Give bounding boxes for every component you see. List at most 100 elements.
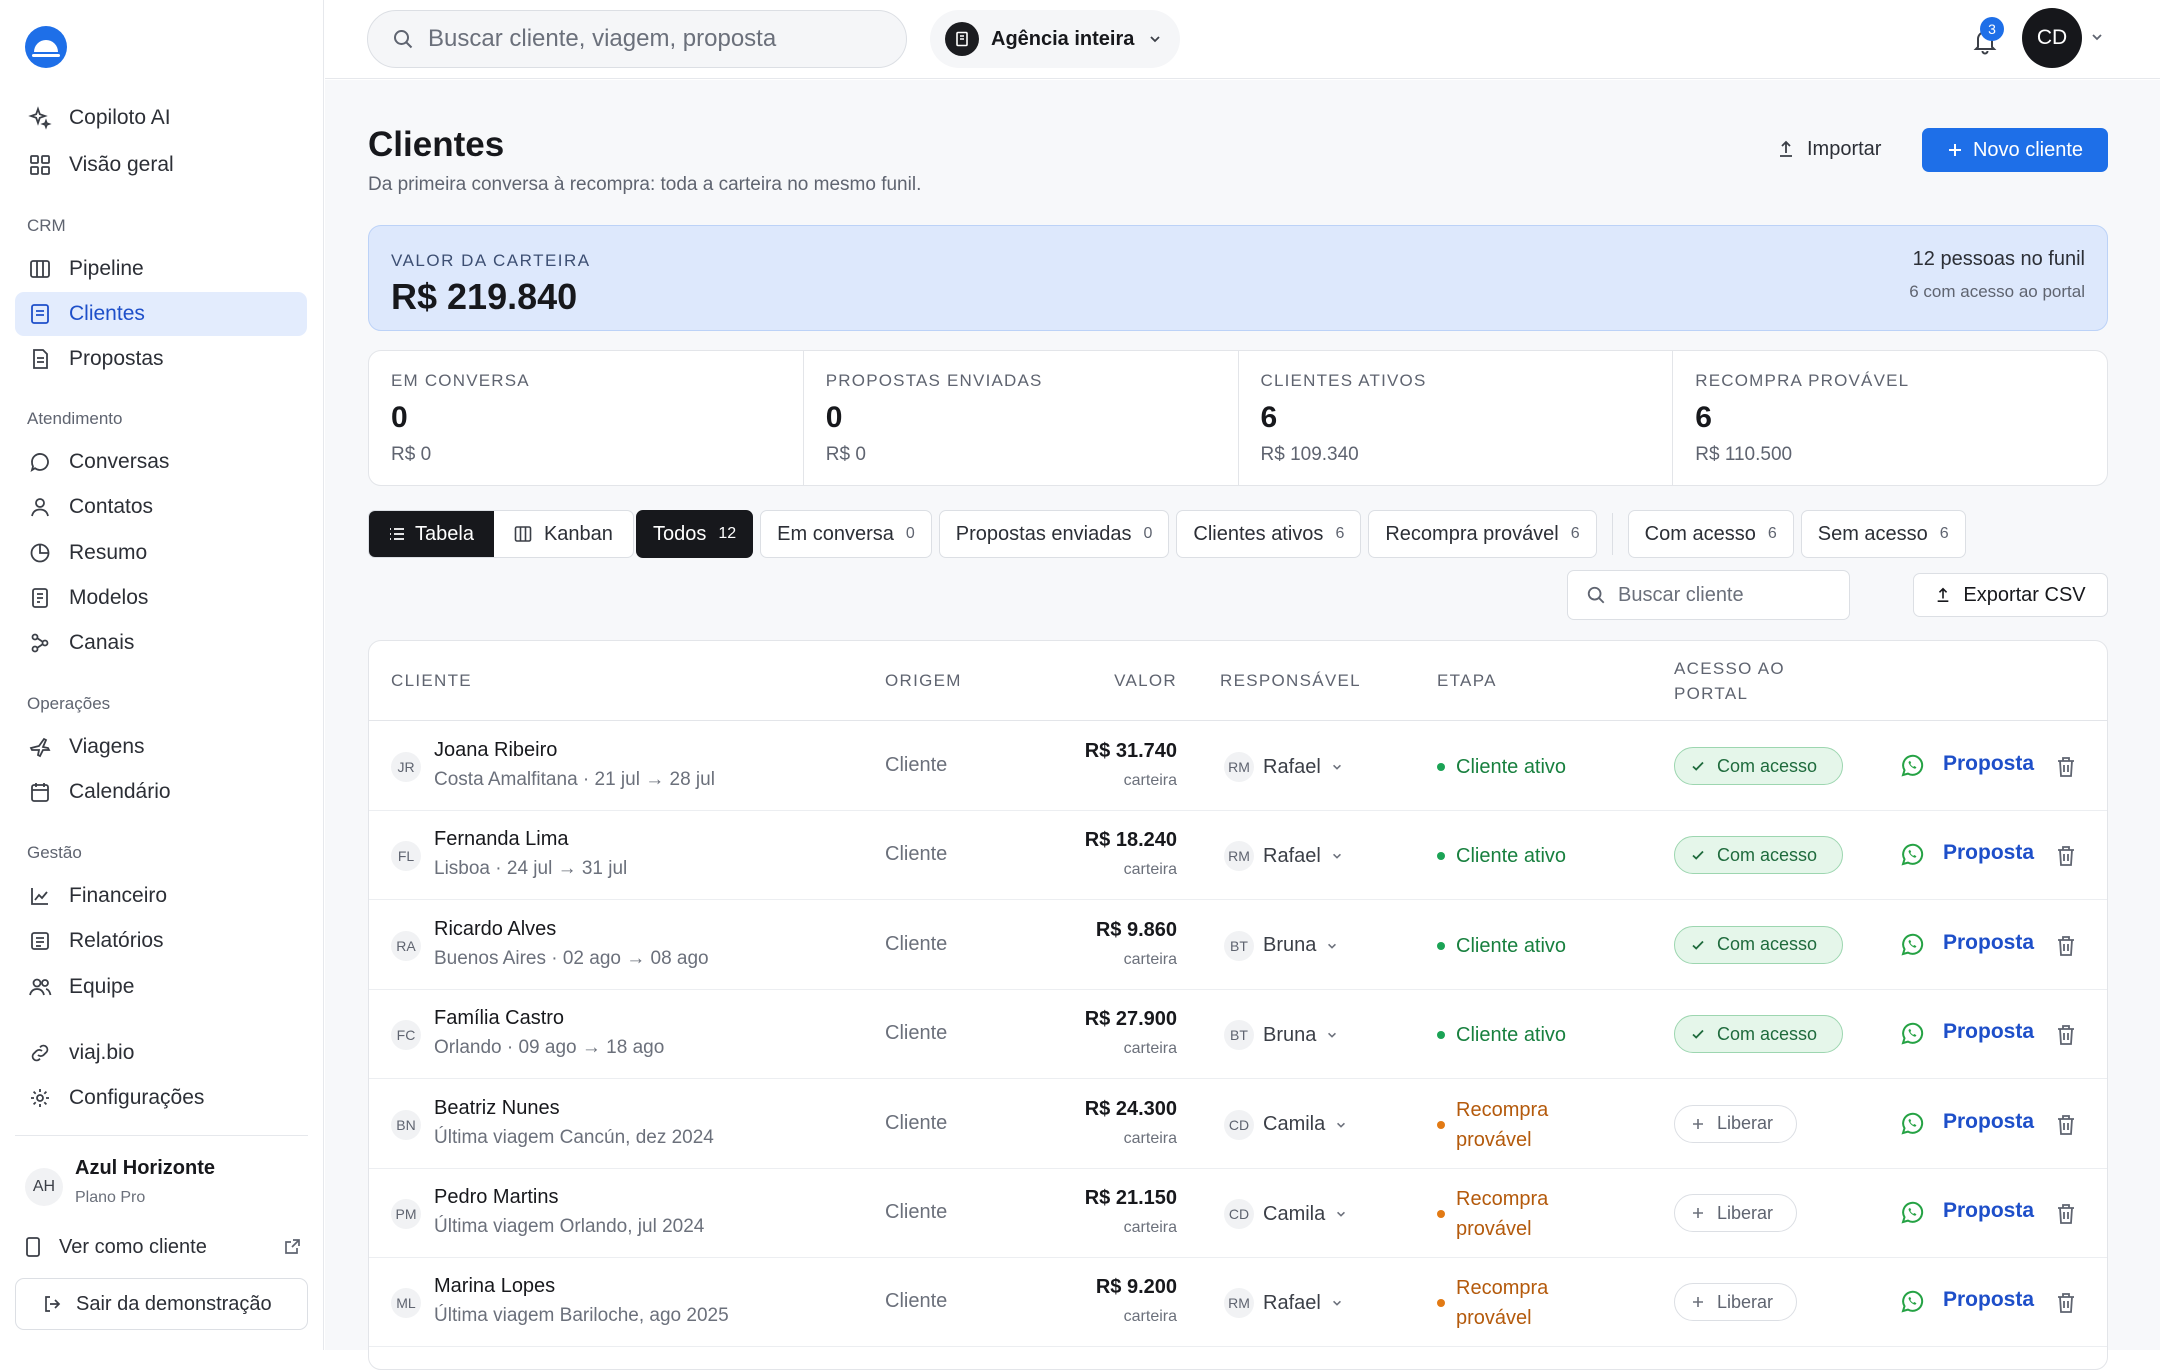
trash-icon[interactable]: [2055, 844, 2077, 868]
proposal-link[interactable]: Proposta: [1943, 1288, 2034, 1312]
table-row[interactable]: BN Beatriz Nunes Última viagem Cancún, d…: [369, 1080, 2107, 1169]
client-name[interactable]: Fernanda Lima: [434, 828, 569, 851]
whatsapp-icon[interactable]: [1899, 842, 1925, 868]
sidebar-item-clientes[interactable]: Clientes: [15, 292, 307, 336]
proposal-link[interactable]: Proposta: [1943, 1110, 2034, 1134]
client-name[interactable]: Ricardo Alves: [434, 918, 556, 941]
client-name[interactable]: Joana Ribeiro: [434, 739, 557, 762]
new-client-label: Novo cliente: [1972, 138, 2084, 161]
client-name[interactable]: Beatriz Nunes: [434, 1097, 560, 1120]
owner-selector[interactable]: BT Bruna: [1224, 930, 1338, 961]
table-row[interactable]: FL Fernanda Lima Lisboa · 24 jul → 31 ju…: [369, 811, 2107, 901]
proposal-link[interactable]: Proposta: [1943, 1199, 2034, 1223]
user-avatar[interactable]: CD: [2022, 8, 2082, 68]
client-name[interactable]: Marina Lopes: [434, 1275, 555, 1298]
col-header-portal[interactable]: ACESSO AO PORTAL: [1674, 656, 1785, 706]
col-header-owner[interactable]: RESPONSÁVEL: [1220, 668, 1361, 693]
trash-icon[interactable]: [2055, 1291, 2077, 1315]
sidebar-item-equipe[interactable]: Equipe: [15, 965, 307, 1009]
owner-selector[interactable]: CD Camila: [1224, 1109, 1347, 1140]
sidebar-item-conversas[interactable]: Conversas: [15, 440, 307, 484]
table-row[interactable]: PM Pedro Martins Última viagem Orlando, …: [369, 1169, 2107, 1258]
table-row[interactable]: FC Família Castro Orlando · 09 ago → 18 …: [369, 990, 2107, 1080]
sidebar-item-viagens[interactable]: Viagens: [15, 725, 307, 769]
table-row[interactable]: RA Ricardo Alves Buenos Aires · 02 ago →…: [369, 901, 2107, 990]
portal-access-badge[interactable]: Com acesso: [1674, 1015, 1843, 1054]
filter-chip-recompra-provavel[interactable]: Recompra provável 6: [1368, 510, 1597, 558]
section-title-atendimento: Atendimento: [27, 409, 123, 428]
col-header-origin[interactable]: ORIGEM: [885, 668, 962, 693]
agency-scope-selector[interactable]: Agência inteira: [930, 10, 1180, 68]
table-row[interactable]: JR Joana Ribeiro Costa Amalfitana · 21 j…: [369, 722, 2107, 811]
whatsapp-icon[interactable]: [1899, 1021, 1925, 1047]
export-csv-button[interactable]: Exportar CSV: [1913, 573, 2108, 617]
sidebar-item-relatorios[interactable]: Relatórios: [15, 919, 307, 963]
sidebar-item-visao-geral[interactable]: Visão geral: [15, 143, 307, 187]
portal-access-badge[interactable]: Com acesso: [1674, 747, 1843, 785]
import-button[interactable]: Importar: [1777, 131, 1881, 167]
whatsapp-icon[interactable]: [1899, 1111, 1925, 1137]
proposal-link[interactable]: Proposta: [1943, 931, 2034, 955]
stage-text-line: Cliente ativo: [1456, 1024, 1567, 1047]
sidebar-item-copiloto[interactable]: Copiloto AI: [15, 96, 307, 140]
exit-demo-button[interactable]: Sair da demonstração: [15, 1278, 308, 1330]
col-header-client[interactable]: CLIENTE: [391, 668, 472, 693]
owner-selector[interactable]: RM Rafael: [1224, 752, 1343, 782]
whatsapp-icon[interactable]: [1899, 932, 1925, 958]
filter-chip-sem-acesso[interactable]: Sem acesso 6: [1800, 510, 1966, 558]
filter-chip-clientes-ativos[interactable]: Clientes ativos 6: [1176, 510, 1362, 558]
owner-selector[interactable]: BT Bruna: [1224, 1020, 1338, 1051]
global-search-input[interactable]: [428, 25, 878, 53]
proposal-link[interactable]: Proposta: [1943, 841, 2034, 865]
sidebar-item-canais[interactable]: Canais: [15, 621, 307, 665]
client-name[interactable]: Família Castro: [434, 1007, 564, 1030]
filter-chip-em-conversa[interactable]: Em conversa 0: [760, 510, 932, 558]
grant-access-button[interactable]: Liberar: [1674, 1104, 1797, 1143]
client-origin: Cliente: [885, 1290, 948, 1313]
sidebar-item-calendario[interactable]: Calendário: [15, 770, 307, 814]
report-icon: [27, 928, 53, 954]
table-search[interactable]: [1567, 570, 1850, 620]
view-as-client-link[interactable]: Ver como cliente: [25, 1232, 301, 1262]
owner-selector[interactable]: RM Rafael: [1224, 841, 1343, 872]
global-search[interactable]: [367, 10, 907, 68]
new-client-button[interactable]: Novo cliente: [1922, 128, 2108, 172]
client-name[interactable]: Pedro Martins: [434, 1186, 559, 1209]
col-header-stage[interactable]: ETAPA: [1437, 668, 1497, 693]
filter-chip-com-acesso[interactable]: Com acesso 6: [1627, 510, 1794, 558]
whatsapp-icon[interactable]: [1899, 753, 1925, 779]
filter-chip-propostas-enviadas[interactable]: Propostas enviadas 0: [938, 510, 1170, 558]
portal-access-badge[interactable]: Com acesso: [1674, 925, 1843, 964]
trash-icon[interactable]: [2055, 1113, 2077, 1137]
trash-icon[interactable]: [2055, 755, 2077, 779]
grant-access-button[interactable]: Liberar: [1674, 1283, 1797, 1322]
sidebar-item-pipeline[interactable]: Pipeline: [15, 247, 307, 291]
filter-chip-todos[interactable]: Todos 12: [636, 510, 754, 558]
sidebar-item-propostas[interactable]: Propostas: [15, 337, 307, 381]
table-search-input[interactable]: [1618, 583, 1838, 607]
trash-icon[interactable]: [2055, 934, 2077, 958]
sidebar-item-modelos[interactable]: Modelos: [15, 576, 307, 620]
whatsapp-icon[interactable]: [1899, 1289, 1925, 1315]
brand-logo[interactable]: [25, 26, 67, 68]
sidebar-item-configuracoes[interactable]: Configurações: [15, 1076, 307, 1120]
grant-access-button[interactable]: Liberar: [1674, 1194, 1797, 1232]
owner-selector[interactable]: CD Camila: [1224, 1199, 1347, 1229]
proposal-link[interactable]: Proposta: [1943, 1020, 2034, 1044]
sidebar-item-viaj-bio[interactable]: viaj.bio: [15, 1031, 307, 1075]
kanban-view-button[interactable]: Kanban: [494, 511, 633, 557]
portal-access-badge[interactable]: Com acesso: [1674, 836, 1843, 875]
table-row[interactable]: ML Marina Lopes Última viagem Bariloche,…: [369, 1258, 2107, 1348]
sidebar-item-resumo[interactable]: Resumo: [15, 531, 307, 575]
sidebar-item-contatos[interactable]: Contatos: [15, 485, 307, 529]
trash-icon[interactable]: [2055, 1202, 2077, 1226]
plus-icon: [1691, 1117, 1705, 1131]
table-view-button[interactable]: Tabela: [369, 511, 494, 557]
sidebar-item-financeiro[interactable]: Financeiro: [15, 874, 307, 918]
whatsapp-icon[interactable]: [1899, 1200, 1925, 1226]
owner-selector[interactable]: RM Rafael: [1224, 1288, 1343, 1319]
proposal-link[interactable]: Proposta: [1943, 752, 2034, 776]
trash-icon[interactable]: [2055, 1023, 2077, 1047]
col-header-value[interactable]: VALOR: [1114, 668, 1177, 693]
chevron-down-icon[interactable]: [2090, 30, 2104, 44]
